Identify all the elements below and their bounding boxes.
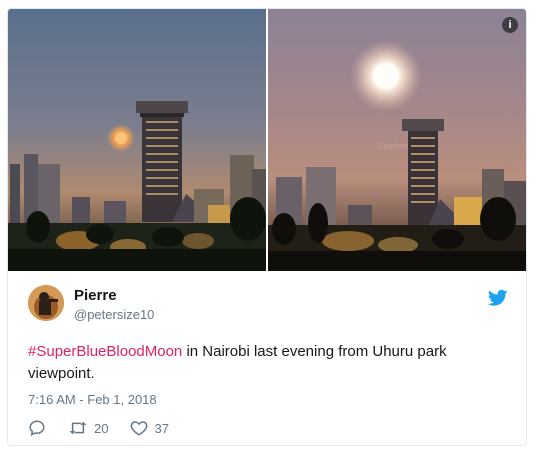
timestamp[interactable]: 7:16 AM - Feb 1, 2018 [28,392,157,407]
tweet-text: #SuperBlueBloodMoon in Nairobi last even… [28,341,498,385]
reply-icon [29,420,45,437]
retweet-icon [69,421,87,435]
action-bar: 20 37 [28,419,191,437]
avatar[interactable] [28,285,64,321]
like-count: 37 [154,420,169,436]
photo-right[interactable]: ©peters i [268,9,526,271]
tweet-card: ©peters i Pierre @petersize10 #SuperBlue… [7,8,527,446]
hashtag-link[interactable]: #SuperBlueBloodMoon [28,343,182,360]
author-name[interactable]: Pierre [74,287,117,304]
twitter-bird-icon[interactable] [488,289,508,307]
media-gallery[interactable]: ©peters i [8,9,526,271]
city-skyline-moon-photo: ©peters [268,9,526,271]
avatar-image [28,285,64,321]
photo-left[interactable] [8,9,266,271]
heart-icon [131,421,148,436]
info-icon[interactable]: i [502,17,518,33]
watermark: ©peters [378,141,410,151]
retweet-count: 20 [94,420,109,436]
like-button[interactable]: 37 [130,419,169,437]
tweet-body: Pierre @petersize10 #SuperBlueBloodMoon … [8,271,526,445]
reply-button[interactable] [28,419,46,437]
retweet-button[interactable]: 20 [68,419,108,437]
author-handle[interactable]: @petersize10 [74,307,154,322]
city-skyline-photo [8,9,266,271]
